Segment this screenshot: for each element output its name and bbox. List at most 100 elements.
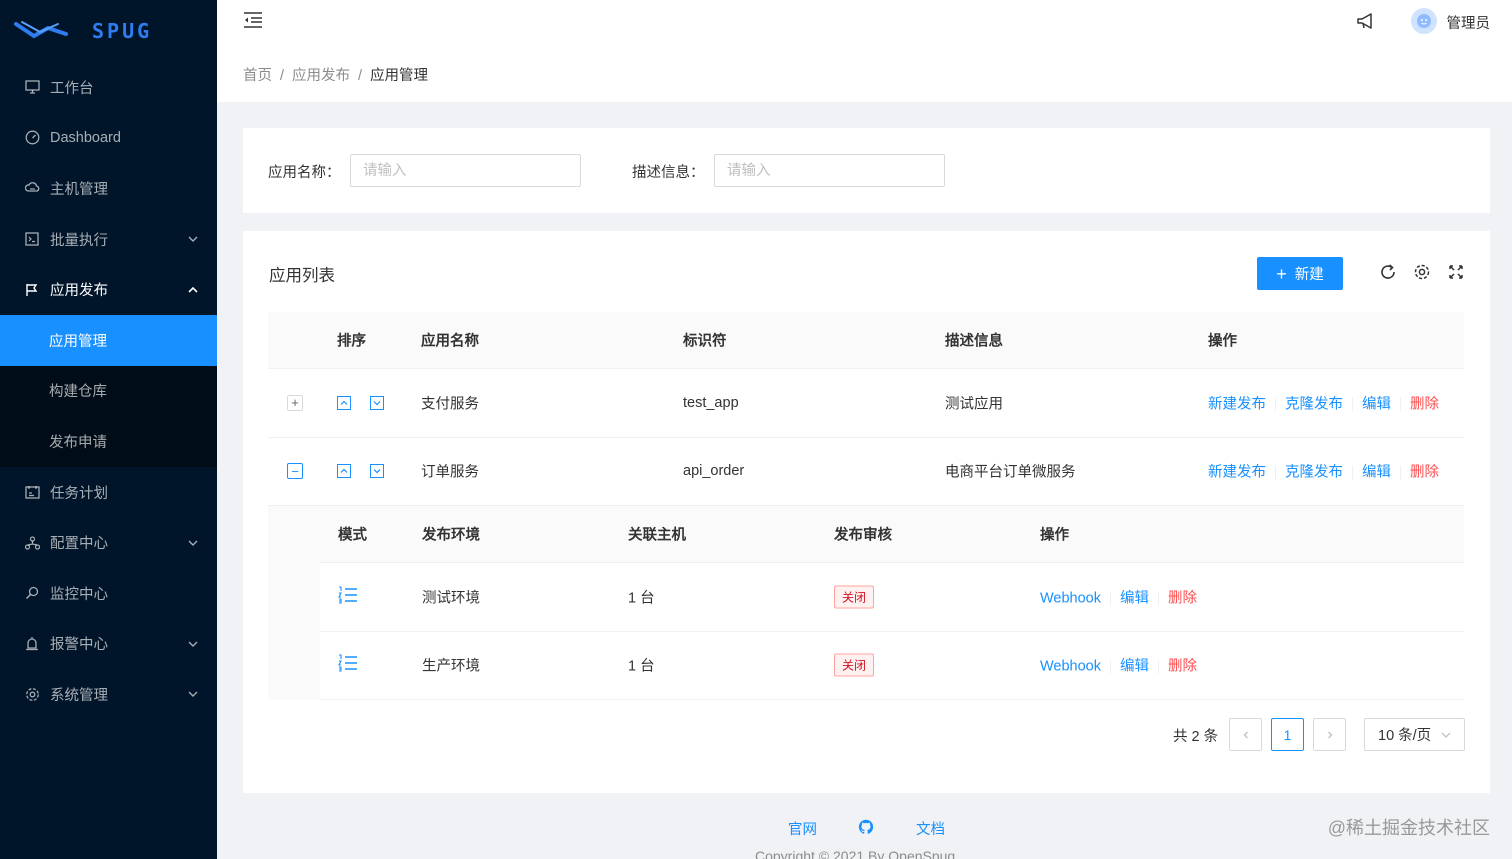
breadcrumb: 首页 / 应用发布 / 应用管理 — [217, 46, 1512, 102]
sidebar-item-label: 构建仓库 — [49, 384, 107, 401]
breadcrumb-app-deploy[interactable]: 应用发布 — [292, 68, 350, 84]
watermark: @稀土掘金技术社区 — [1327, 818, 1490, 838]
edit-link[interactable]: 编辑 — [1362, 465, 1391, 481]
ordered-list-icon — [338, 586, 358, 608]
desc-label: 描述信息： — [632, 165, 705, 181]
divider — [1352, 465, 1353, 480]
code-icon — [24, 231, 40, 247]
sidebar-item-dashboard[interactable]: Dashboard — [0, 113, 217, 164]
footer-site-link[interactable]: 官网 — [788, 818, 817, 839]
chevron-down-icon — [188, 641, 198, 647]
move-up-button[interactable] — [337, 464, 351, 479]
env-actions: Webhook 编辑 删除 — [1040, 655, 1197, 676]
prev-page-button[interactable] — [1229, 718, 1262, 751]
sidebar-item-monitor[interactable]: 监控中心 — [0, 568, 217, 619]
alert-icon — [24, 636, 40, 652]
page-size-value: 10 条/页 — [1378, 728, 1432, 744]
env-row: 生产环境 1 台 关闭 Webhook 编辑 删除 — [320, 631, 1464, 700]
sidebar-item-deploy-request[interactable]: 发布申请 — [0, 416, 217, 467]
app-desc: 测试应用 — [945, 396, 1003, 413]
env-actions: Webhook 编辑 删除 — [1040, 586, 1197, 607]
expand-row-button[interactable]: + — [287, 394, 303, 411]
sidebar-item-label: 主机管理 — [50, 181, 108, 198]
divider — [1158, 591, 1159, 606]
col-desc: 描述信息 — [945, 333, 1003, 350]
page-number[interactable]: 1 — [1271, 718, 1304, 751]
move-down-button[interactable] — [370, 395, 384, 410]
chevron-down-icon — [188, 691, 198, 698]
footer-docs-link[interactable]: 文档 — [916, 818, 945, 839]
col-app-name: 应用名称 — [421, 333, 479, 350]
sidebar-item-label: 监控中心 — [50, 586, 108, 603]
clone-deploy-link[interactable]: 克隆发布 — [1285, 465, 1343, 481]
avatar[interactable] — [1411, 8, 1437, 34]
sidebar-item-build-repo[interactable]: 构建仓库 — [0, 366, 217, 417]
delete-link[interactable]: 删除 — [1410, 396, 1439, 412]
move-up-button[interactable] — [337, 395, 351, 410]
app-list-card: 应用列表 + 新建 排序 应用名称 标识符 描述信息 操作 + 支付服务 test… — [243, 231, 1490, 793]
flag-icon — [24, 282, 40, 298]
sidebar-item-hosts[interactable]: 主机管理 — [0, 163, 217, 214]
divider — [1275, 397, 1276, 412]
sidebar: SPUG 工作台 Dashboard 主机管理 批量执行 应用发布 应用管理 构… — [0, 0, 217, 859]
edit-link[interactable]: 编辑 — [1120, 659, 1149, 675]
page-size-select[interactable]: 10 条/页 — [1364, 718, 1465, 751]
spug-logo-icon — [14, 21, 68, 39]
arrow-down-icon — [373, 400, 381, 406]
sidebar-item-batch-exec[interactable]: 批量执行 — [0, 214, 217, 265]
webhook-link[interactable]: Webhook — [1040, 659, 1101, 675]
menu-fold-icon[interactable] — [243, 11, 263, 29]
env-row: 测试环境 1 台 关闭 Webhook 编辑 删除 — [320, 563, 1464, 632]
desc-input[interactable] — [714, 154, 945, 187]
plus-icon: + — [1276, 263, 1287, 284]
col-sub-actions: 操作 — [1040, 527, 1069, 544]
sidebar-item-alarm[interactable]: 报警中心 — [0, 619, 217, 670]
setting-icon[interactable] — [1413, 263, 1431, 281]
collapse-row-button[interactable]: − — [287, 463, 303, 480]
new-deploy-link[interactable]: 新建发布 — [1208, 465, 1266, 481]
delete-link[interactable]: 删除 — [1168, 659, 1197, 675]
chevron-down-icon — [1441, 732, 1451, 738]
sidebar-item-schedule[interactable]: 任务计划 — [0, 467, 217, 518]
sidebar-item-label: 配置中心 — [50, 536, 108, 553]
username[interactable]: 管理员 — [1447, 12, 1491, 33]
row-actions: 新建发布 克隆发布 编辑 删除 — [1208, 392, 1439, 413]
edit-link[interactable]: 编辑 — [1362, 396, 1391, 412]
logo[interactable]: SPUG — [0, 0, 217, 62]
env-hosts: 1 台 — [628, 658, 655, 675]
top-header: 管理员 — [217, 0, 1512, 46]
divider — [1275, 465, 1276, 480]
sidebar-item-app-deploy[interactable]: 应用发布 — [0, 264, 217, 315]
next-page-button[interactable] — [1313, 718, 1346, 751]
delete-link[interactable]: 删除 — [1410, 465, 1439, 481]
list-title: 应用列表 — [269, 267, 335, 285]
new-app-button[interactable]: + 新建 — [1257, 257, 1343, 290]
reload-icon[interactable] — [1379, 263, 1397, 281]
sidebar-item-workbench[interactable]: 工作台 — [0, 62, 217, 113]
clone-deploy-link[interactable]: 克隆发布 — [1285, 396, 1343, 412]
sidebar-item-system[interactable]: 系统管理 — [0, 669, 217, 720]
divider — [1352, 397, 1353, 412]
github-icon[interactable] — [858, 819, 874, 839]
delete-link[interactable]: 删除 — [1168, 590, 1197, 606]
move-down-button[interactable] — [370, 464, 384, 479]
notification-icon[interactable] — [1356, 12, 1376, 30]
webhook-link[interactable]: Webhook — [1040, 590, 1101, 606]
env-subtable: 模式 发布环境 关联主机 发布审核 操作 测试环境 1 台 关闭 Webhook… — [268, 506, 1464, 700]
sidebar-item-app-management[interactable]: 应用管理 — [0, 314, 217, 366]
copyright: Copyright © 2021 By OpenSpug — [755, 848, 956, 859]
edit-link[interactable]: 编辑 — [1120, 590, 1149, 606]
new-deploy-link[interactable]: 新建发布 — [1208, 396, 1266, 412]
app-key: api_order — [683, 463, 745, 480]
sidebar-item-config-center[interactable]: 配置中心 — [0, 517, 217, 568]
status-badge: 关闭 — [834, 653, 875, 677]
sidebar-item-label: 报警中心 — [50, 637, 108, 654]
app-name-input[interactable] — [350, 154, 581, 187]
arrow-up-icon — [340, 468, 348, 474]
breadcrumb-home[interactable]: 首页 — [243, 68, 272, 84]
sidebar-item-label: 批量执行 — [50, 232, 108, 249]
divider — [1110, 591, 1111, 606]
sidebar-item-label: 应用发布 — [50, 283, 108, 300]
desktop-icon — [24, 79, 40, 95]
fullscreen-icon[interactable] — [1447, 263, 1465, 281]
